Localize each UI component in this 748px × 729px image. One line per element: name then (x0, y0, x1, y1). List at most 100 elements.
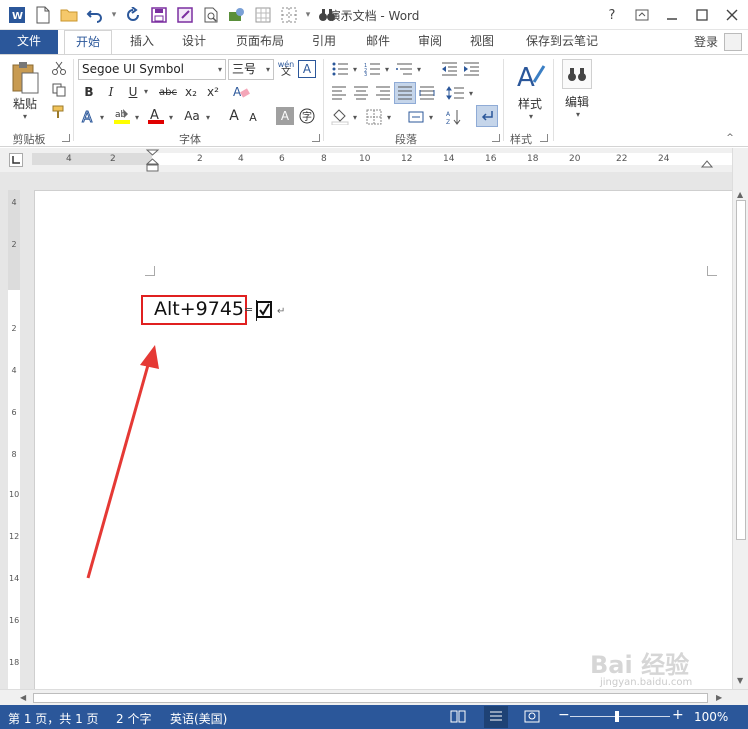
font-color-icon[interactable]: A (146, 106, 166, 126)
bullets-icon[interactable] (330, 60, 350, 78)
read-mode-icon[interactable] (450, 709, 466, 726)
paste-icon[interactable] (8, 59, 42, 97)
borders-icon[interactable] (278, 4, 300, 26)
table-icon[interactable] (252, 4, 274, 26)
tab-review[interactable]: 审阅 (408, 30, 452, 54)
justify-icon[interactable] (394, 82, 416, 104)
copy-icon[interactable] (50, 82, 68, 98)
scroll-left-arrow-icon[interactable]: ◀ (20, 693, 26, 702)
paste-button[interactable]: 粘贴 (8, 95, 42, 112)
tab-insert[interactable]: 插入 (120, 30, 164, 54)
shading-bucket-icon[interactable] (330, 107, 350, 127)
strikethrough-button[interactable]: abc (156, 83, 180, 101)
vertical-ruler[interactable]: 4 2 2 4 6 8 10 12 14 16 18 (8, 190, 20, 689)
tab-design[interactable]: 设计 (172, 30, 216, 54)
font-launcher-icon[interactable] (312, 134, 320, 142)
horizontal-scroll-thumb[interactable] (33, 693, 708, 703)
line-spacing-dropdown-icon[interactable]: ▾ (466, 88, 476, 98)
align-center-icon[interactable] (352, 84, 370, 102)
numbering-icon[interactable]: 123 (362, 60, 382, 78)
highlight-dropdown-icon[interactable]: ▾ (132, 112, 142, 122)
zoom-slider-thumb[interactable] (615, 711, 619, 722)
grow-font-button[interactable]: A (225, 107, 243, 125)
font-size-select[interactable]: 三号 ▾ (228, 59, 274, 80)
close-icon[interactable] (720, 4, 744, 26)
character-border-icon[interactable]: A (298, 60, 316, 78)
shrink-font-button[interactable]: A (245, 109, 261, 125)
font-color-dropdown-icon[interactable]: ▾ (166, 112, 176, 122)
decrease-indent-icon[interactable] (440, 60, 458, 78)
shading-dropdown-icon[interactable]: ▾ (350, 112, 360, 122)
language-status[interactable]: 英语(美国) (170, 710, 227, 727)
format-painter-icon[interactable] (50, 104, 68, 120)
styles-button[interactable]: 样式 (510, 95, 550, 112)
increase-indent-icon[interactable] (462, 60, 480, 78)
multilevel-list-icon[interactable] (394, 60, 414, 78)
character-shading-icon[interactable]: A (276, 107, 294, 125)
line-spacing-icon[interactable] (444, 84, 466, 102)
tab-save-to-cloud-notes[interactable]: 保存到云笔记 (516, 30, 608, 54)
scroll-down-arrow-icon[interactable]: ▼ (737, 676, 743, 685)
align-right-icon[interactable] (374, 84, 392, 102)
bold-button[interactable]: B (80, 83, 98, 101)
tab-home[interactable]: 开始 (64, 30, 112, 55)
avatar[interactable] (724, 33, 742, 51)
redo-icon[interactable] (122, 4, 144, 26)
styles-dropdown-icon[interactable]: ▾ (524, 111, 538, 121)
styles-gallery-icon[interactable]: A (512, 59, 548, 93)
borders-dropdown-icon[interactable]: ▾ (304, 4, 312, 26)
chinese-layout-icon[interactable] (406, 107, 426, 127)
chinese-layout-dropdown-icon[interactable]: ▾ (426, 112, 436, 122)
customize-qat-icon[interactable]: ▾ (342, 4, 350, 26)
paragraph-launcher-icon[interactable] (492, 134, 500, 142)
maximize-icon[interactable] (690, 4, 714, 26)
styles-launcher-icon[interactable] (540, 134, 548, 142)
borders-grid-dropdown-icon[interactable]: ▾ (384, 112, 394, 122)
checkbox-symbol[interactable] (256, 301, 272, 318)
clipboard-launcher-icon[interactable] (62, 134, 70, 142)
align-left-icon[interactable] (330, 84, 348, 102)
publish-icon[interactable] (226, 4, 248, 26)
text-effects-dropdown-icon[interactable]: ▾ (97, 112, 107, 122)
editing-binoculars-icon[interactable] (562, 59, 592, 89)
zoom-slider-track[interactable] (570, 716, 670, 717)
enclose-characters-icon[interactable]: 字 (298, 107, 316, 125)
bullets-dropdown-icon[interactable]: ▾ (350, 64, 360, 74)
tab-file[interactable]: 文件 (0, 30, 58, 54)
new-document-icon[interactable] (32, 4, 54, 26)
page-count-status[interactable]: 第 1 页，共 1 页 (8, 710, 99, 727)
cut-scissors-icon[interactable] (50, 60, 68, 76)
zoom-out-button[interactable]: − (558, 707, 570, 723)
ribbon-display-options-icon[interactable] (630, 4, 654, 26)
web-layout-icon[interactable] (524, 709, 540, 726)
change-case-dropdown-icon[interactable]: ▾ (203, 112, 213, 122)
right-indent-marker-icon[interactable] (701, 159, 713, 168)
multilevel-dropdown-icon[interactable]: ▾ (414, 64, 424, 74)
zoom-level[interactable]: 100% (694, 710, 728, 724)
vertical-scroll-thumb[interactable] (736, 200, 746, 540)
sort-icon[interactable]: AZ (444, 107, 464, 127)
paste-dropdown-icon[interactable]: ▾ (18, 111, 32, 121)
undo-dropdown-icon[interactable]: ▾ (110, 4, 118, 26)
word-count-status[interactable]: 2 个字 (116, 710, 151, 727)
help-button[interactable]: ? (600, 4, 624, 26)
font-name-select[interactable]: Segoe UI Symbol ▾ (78, 59, 226, 80)
text-effects-icon[interactable]: A (80, 107, 98, 127)
word-app-icon[interactable]: W (6, 4, 28, 26)
tab-mailings[interactable]: 邮件 (356, 30, 400, 54)
save-as-icon[interactable] (174, 4, 196, 26)
tab-selector-icon[interactable] (9, 153, 23, 167)
collapse-ribbon-icon[interactable]: ^ (723, 133, 737, 143)
indent-marker-icon[interactable] (146, 149, 160, 173)
italic-button[interactable]: I (102, 83, 120, 101)
horizontal-scrollbar[interactable]: ◀ ▶ (0, 689, 748, 705)
undo-icon[interactable] (84, 4, 106, 26)
phonetic-guide-button[interactable]: wén 文 (277, 59, 295, 79)
show-paragraph-marks-icon[interactable] (476, 105, 498, 127)
find-binoculars-icon[interactable] (316, 4, 338, 26)
tab-page-layout[interactable]: 页面布局 (228, 30, 292, 54)
tab-view[interactable]: 视图 (460, 30, 504, 54)
open-folder-icon[interactable] (58, 4, 80, 26)
superscript-button[interactable]: x² (204, 83, 222, 101)
change-case-button[interactable]: Aa (180, 107, 204, 125)
